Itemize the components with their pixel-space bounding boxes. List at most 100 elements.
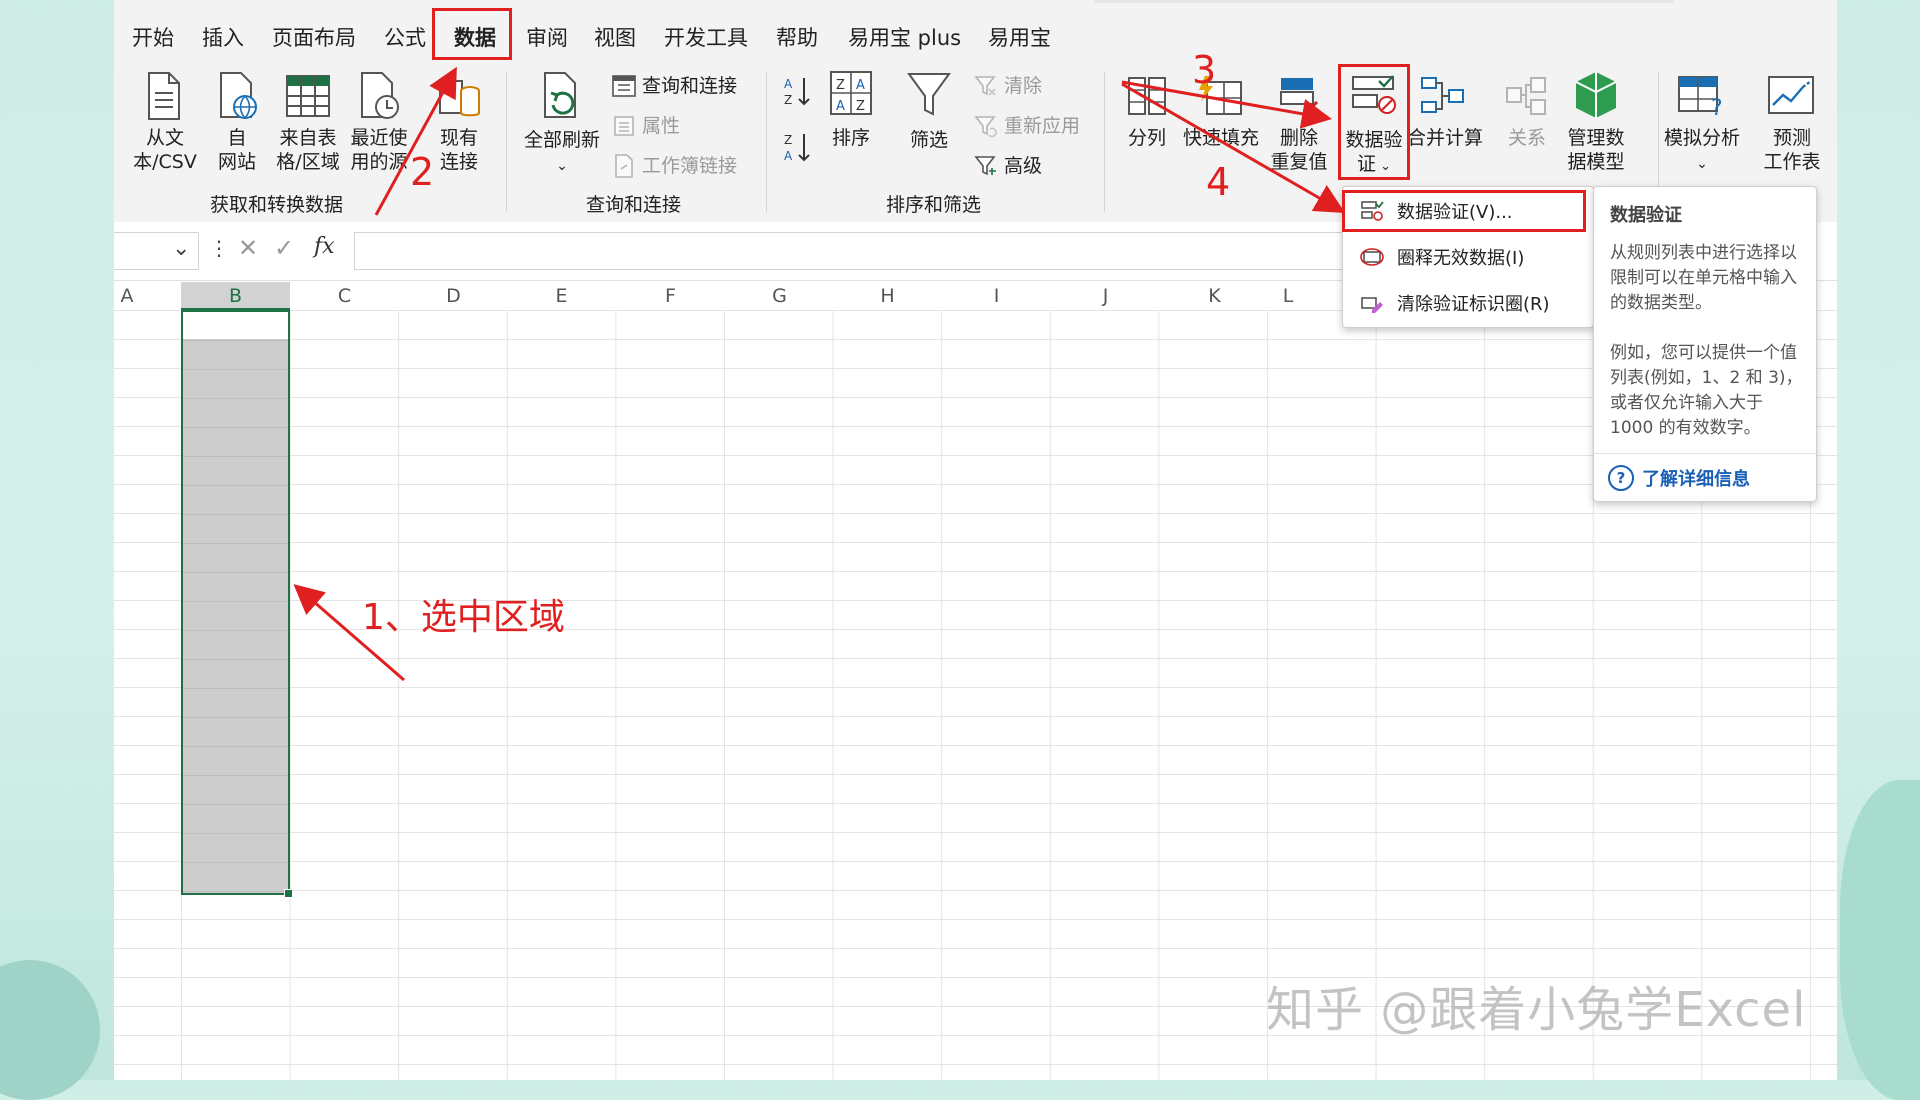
from-table-label-2: 格/区域 [276, 151, 340, 173]
reapply-label: 重新应用 [1004, 115, 1081, 137]
tab-formulas[interactable]: 公式 [384, 22, 426, 52]
queries-connections-label[interactable]: 查询和连接 [642, 74, 737, 98]
advanced-filter-icon[interactable] [972, 154, 1000, 180]
tooltip-example: 例如，您可以提供一个值列表(例如，1、2 和 3)，或者仅允许输入大于 1000… [1610, 343, 1803, 438]
remove-duplicates-icon[interactable] [1274, 72, 1324, 120]
confirm-icon[interactable]: ✓ [274, 234, 294, 262]
tab-review[interactable]: 审阅 [526, 22, 568, 52]
recent-sources-icon[interactable] [352, 68, 406, 124]
svg-text:A: A [856, 78, 865, 93]
column-header[interactable]: F [616, 282, 725, 310]
forecast-sheet-label-1: 预测 [1772, 127, 1811, 149]
existing-connections-label-2: 连接 [439, 151, 478, 173]
worksheet-grid[interactable] [114, 310, 1837, 1080]
svg-text:Z: Z [784, 133, 792, 147]
chevron-down-icon[interactable]: ⌄ [172, 236, 190, 261]
active-cell[interactable] [183, 312, 288, 339]
from-text-csv-label-2: 本/CSV [133, 151, 197, 173]
svg-text:?: ? [1711, 96, 1723, 117]
manage-data-model-icon[interactable] [1568, 68, 1624, 122]
step-2-label: 2 [410, 150, 435, 194]
sort-ascending-icon[interactable]: AZ [780, 72, 814, 110]
menu-item-clear-circles[interactable]: 清除验证标识圈(R) [1343, 283, 1593, 323]
properties-label: 属性 [642, 115, 681, 137]
column-header[interactable]: D [399, 282, 508, 310]
step-3-label: 3 [1192, 48, 1217, 92]
from-table-label-1: 来自表 [279, 127, 337, 149]
tab-insert[interactable]: 插入 [202, 22, 244, 52]
tab-page-layout[interactable]: 页面布局 [272, 22, 356, 52]
consolidate-label: 合并计算 [1406, 127, 1483, 149]
sort-icon[interactable]: ZAAZ [826, 68, 876, 118]
existing-connections-icon[interactable] [432, 68, 486, 124]
svg-text:Z: Z [784, 93, 792, 107]
chevron-down-icon[interactable]: ⌄ [550, 154, 574, 178]
step-1-note: 1、选中区域 [362, 597, 565, 638]
queries-connections-icon[interactable] [610, 72, 638, 100]
column-header[interactable]: J [1051, 282, 1160, 310]
properties-icon [610, 112, 638, 140]
column-header[interactable]: H [833, 282, 942, 310]
svg-text:Z: Z [856, 99, 865, 114]
from-web-icon[interactable] [212, 68, 262, 124]
fill-handle[interactable] [284, 889, 293, 898]
clear-circles-icon [1357, 288, 1387, 318]
tab-developer[interactable]: 开发工具 [664, 22, 748, 52]
column-header[interactable]: G [725, 282, 834, 310]
consolidate-icon[interactable] [1416, 72, 1468, 120]
learn-more-link[interactable]: 了解详细信息 [1642, 465, 1750, 491]
group-get-transform-label: 获取和转换数据 [210, 194, 344, 216]
cancel-icon[interactable]: ✕ [238, 234, 258, 262]
column-header[interactable]: B [181, 282, 290, 310]
column-header[interactable]: A [114, 282, 140, 310]
tab-view[interactable]: 视图 [594, 22, 636, 52]
svg-text:A: A [836, 99, 845, 114]
recent-sources-label-1: 最近使 [350, 127, 408, 149]
menu-item-label: 清除验证标识圈(R) [1397, 294, 1550, 315]
from-text-csv-icon[interactable] [139, 68, 189, 124]
sort-label: 排序 [831, 127, 870, 149]
highlight-validation-button [1338, 64, 1410, 180]
chevron-down-icon[interactable]: ⌄ [1692, 152, 1712, 176]
column-header[interactable]: K [1160, 282, 1269, 310]
group-separator [1104, 72, 1105, 212]
flash-fill-label: 快速填充 [1182, 127, 1259, 149]
recent-sources-label-2: 用的源 [350, 151, 408, 173]
column-header[interactable]: L [1268, 282, 1308, 310]
existing-connections-label-1: 现有 [439, 127, 478, 149]
column-header[interactable]: C [290, 282, 399, 310]
remove-duplicates-label-2: 重复值 [1270, 151, 1328, 173]
menu-item-circle-invalid[interactable]: 圈释无效数据(I) [1343, 237, 1593, 277]
what-if-analysis-icon[interactable]: ? [1674, 70, 1730, 120]
selected-range-b[interactable] [181, 310, 293, 898]
help-circle-icon[interactable]: ? [1608, 465, 1634, 491]
tooltip-divider [1594, 453, 1816, 454]
column-header[interactable]: E [507, 282, 616, 310]
relationships-icon [1502, 72, 1552, 120]
refresh-all-icon[interactable] [534, 68, 590, 124]
tooltip-description: 从规则列表中进行选择以限制可以在单元格中输入的数据类型。 [1610, 243, 1797, 313]
tooltip-title: 数据验证 [1610, 205, 1682, 226]
step-4-label: 4 [1206, 160, 1231, 204]
forecast-sheet-label-2: 工作表 [1763, 151, 1821, 173]
background-decoration [0, 960, 100, 1100]
tab-home[interactable]: 开始 [132, 22, 174, 52]
sort-descending-icon[interactable]: ZA [780, 128, 814, 166]
advanced-filter-label[interactable]: 高级 [1004, 154, 1042, 178]
column-header[interactable]: I [942, 282, 1051, 310]
from-table-icon[interactable] [280, 68, 336, 124]
tab-easy-plus[interactable]: 易用宝 plus [848, 22, 961, 52]
text-to-columns-icon[interactable] [1122, 72, 1172, 120]
highlight-data-tab [432, 8, 512, 60]
insert-function-icon[interactable]: fx [314, 234, 335, 259]
more-options-icon[interactable]: ⋮ [209, 236, 229, 260]
tab-easy[interactable]: 易用宝 [988, 22, 1051, 52]
reapply-icon [972, 114, 1000, 140]
from-web-label-2: 网站 [217, 151, 256, 173]
tab-help[interactable]: 帮助 [776, 22, 818, 52]
forecast-sheet-icon[interactable] [1764, 70, 1820, 120]
title-bar-edge [1094, 0, 1674, 3]
formula-input[interactable] [354, 232, 1356, 270]
refresh-all-label: 全部刷新 [523, 129, 600, 151]
filter-icon[interactable] [904, 70, 954, 120]
